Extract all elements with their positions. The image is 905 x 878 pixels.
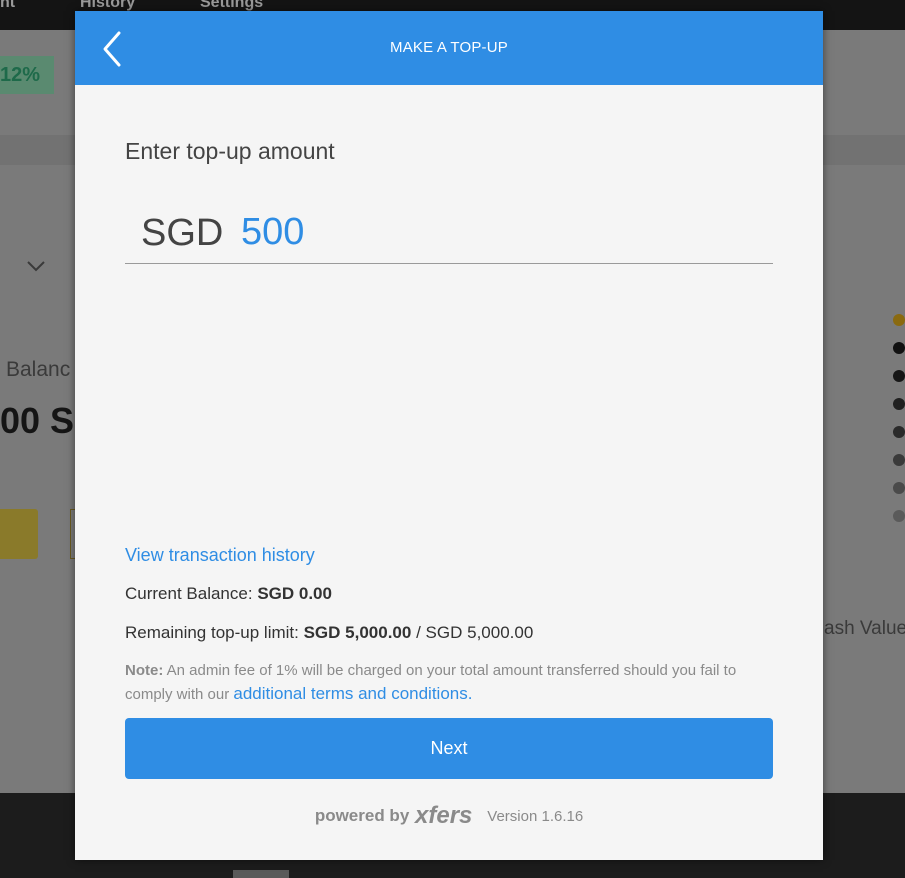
amount-field-row: SGD <box>125 209 773 264</box>
current-balance-label: Current Balance: <box>125 584 253 603</box>
modal-footer: powered by xfers Version 1.6.16 <box>75 803 823 829</box>
top-up-modal: MAKE A TOP-UP Enter top-up amount SGD Vi… <box>75 11 823 860</box>
next-button[interactable]: Next <box>125 718 773 779</box>
version-label: Version 1.6.16 <box>487 807 584 825</box>
xfers-logo: xfers <box>413 803 472 829</box>
xfers-brand: xfers <box>413 803 472 829</box>
total-limit-value: SGD 5,000.00 <box>425 623 534 642</box>
background-dot-list <box>893 314 905 538</box>
modal-header: MAKE A TOP-UP <box>75 11 823 85</box>
background-cash-value-label: ash Value: <box>824 618 905 639</box>
background-footer-tab <box>233 870 289 878</box>
background-dot <box>893 342 905 354</box>
background-nav-item: nt <box>0 0 16 11</box>
background-dot <box>893 370 905 382</box>
background-balance-label: Balanc <box>6 358 71 381</box>
background-dot <box>893 482 905 494</box>
chevron-down-icon <box>26 256 46 277</box>
background-dot <box>893 426 905 438</box>
limit-separator: / <box>416 623 421 642</box>
currency-label: SGD <box>141 212 224 254</box>
view-transaction-history-link[interactable]: View transaction history <box>125 545 315 566</box>
background-dot <box>893 398 905 410</box>
amount-input[interactable] <box>241 209 761 255</box>
admin-fee-note: Note: An admin fee of 1% will be charged… <box>125 659 775 706</box>
remaining-limit-value: SGD 5,000.00 <box>303 623 412 642</box>
background-percent-badge: 12% <box>0 56 54 94</box>
background-dot <box>893 454 905 466</box>
background-dot <box>893 314 905 326</box>
amount-prompt: Enter top-up amount <box>125 138 335 164</box>
note-label: Note: <box>125 662 164 679</box>
background-dot <box>893 510 905 522</box>
remaining-limit-label: Remaining top-up limit: <box>125 623 299 642</box>
background-yellow-button <box>0 509 38 559</box>
terms-and-conditions-link[interactable]: additional terms and conditions. <box>233 684 472 703</box>
modal-title: MAKE A TOP-UP <box>390 39 508 56</box>
powered-by-label: powered by <box>314 806 410 825</box>
current-balance: Current Balance: SGD 0.00 <box>125 584 332 604</box>
remaining-limit: Remaining top-up limit: SGD 5,000.00 / S… <box>125 623 533 643</box>
current-balance-value: SGD 0.00 <box>257 584 332 603</box>
